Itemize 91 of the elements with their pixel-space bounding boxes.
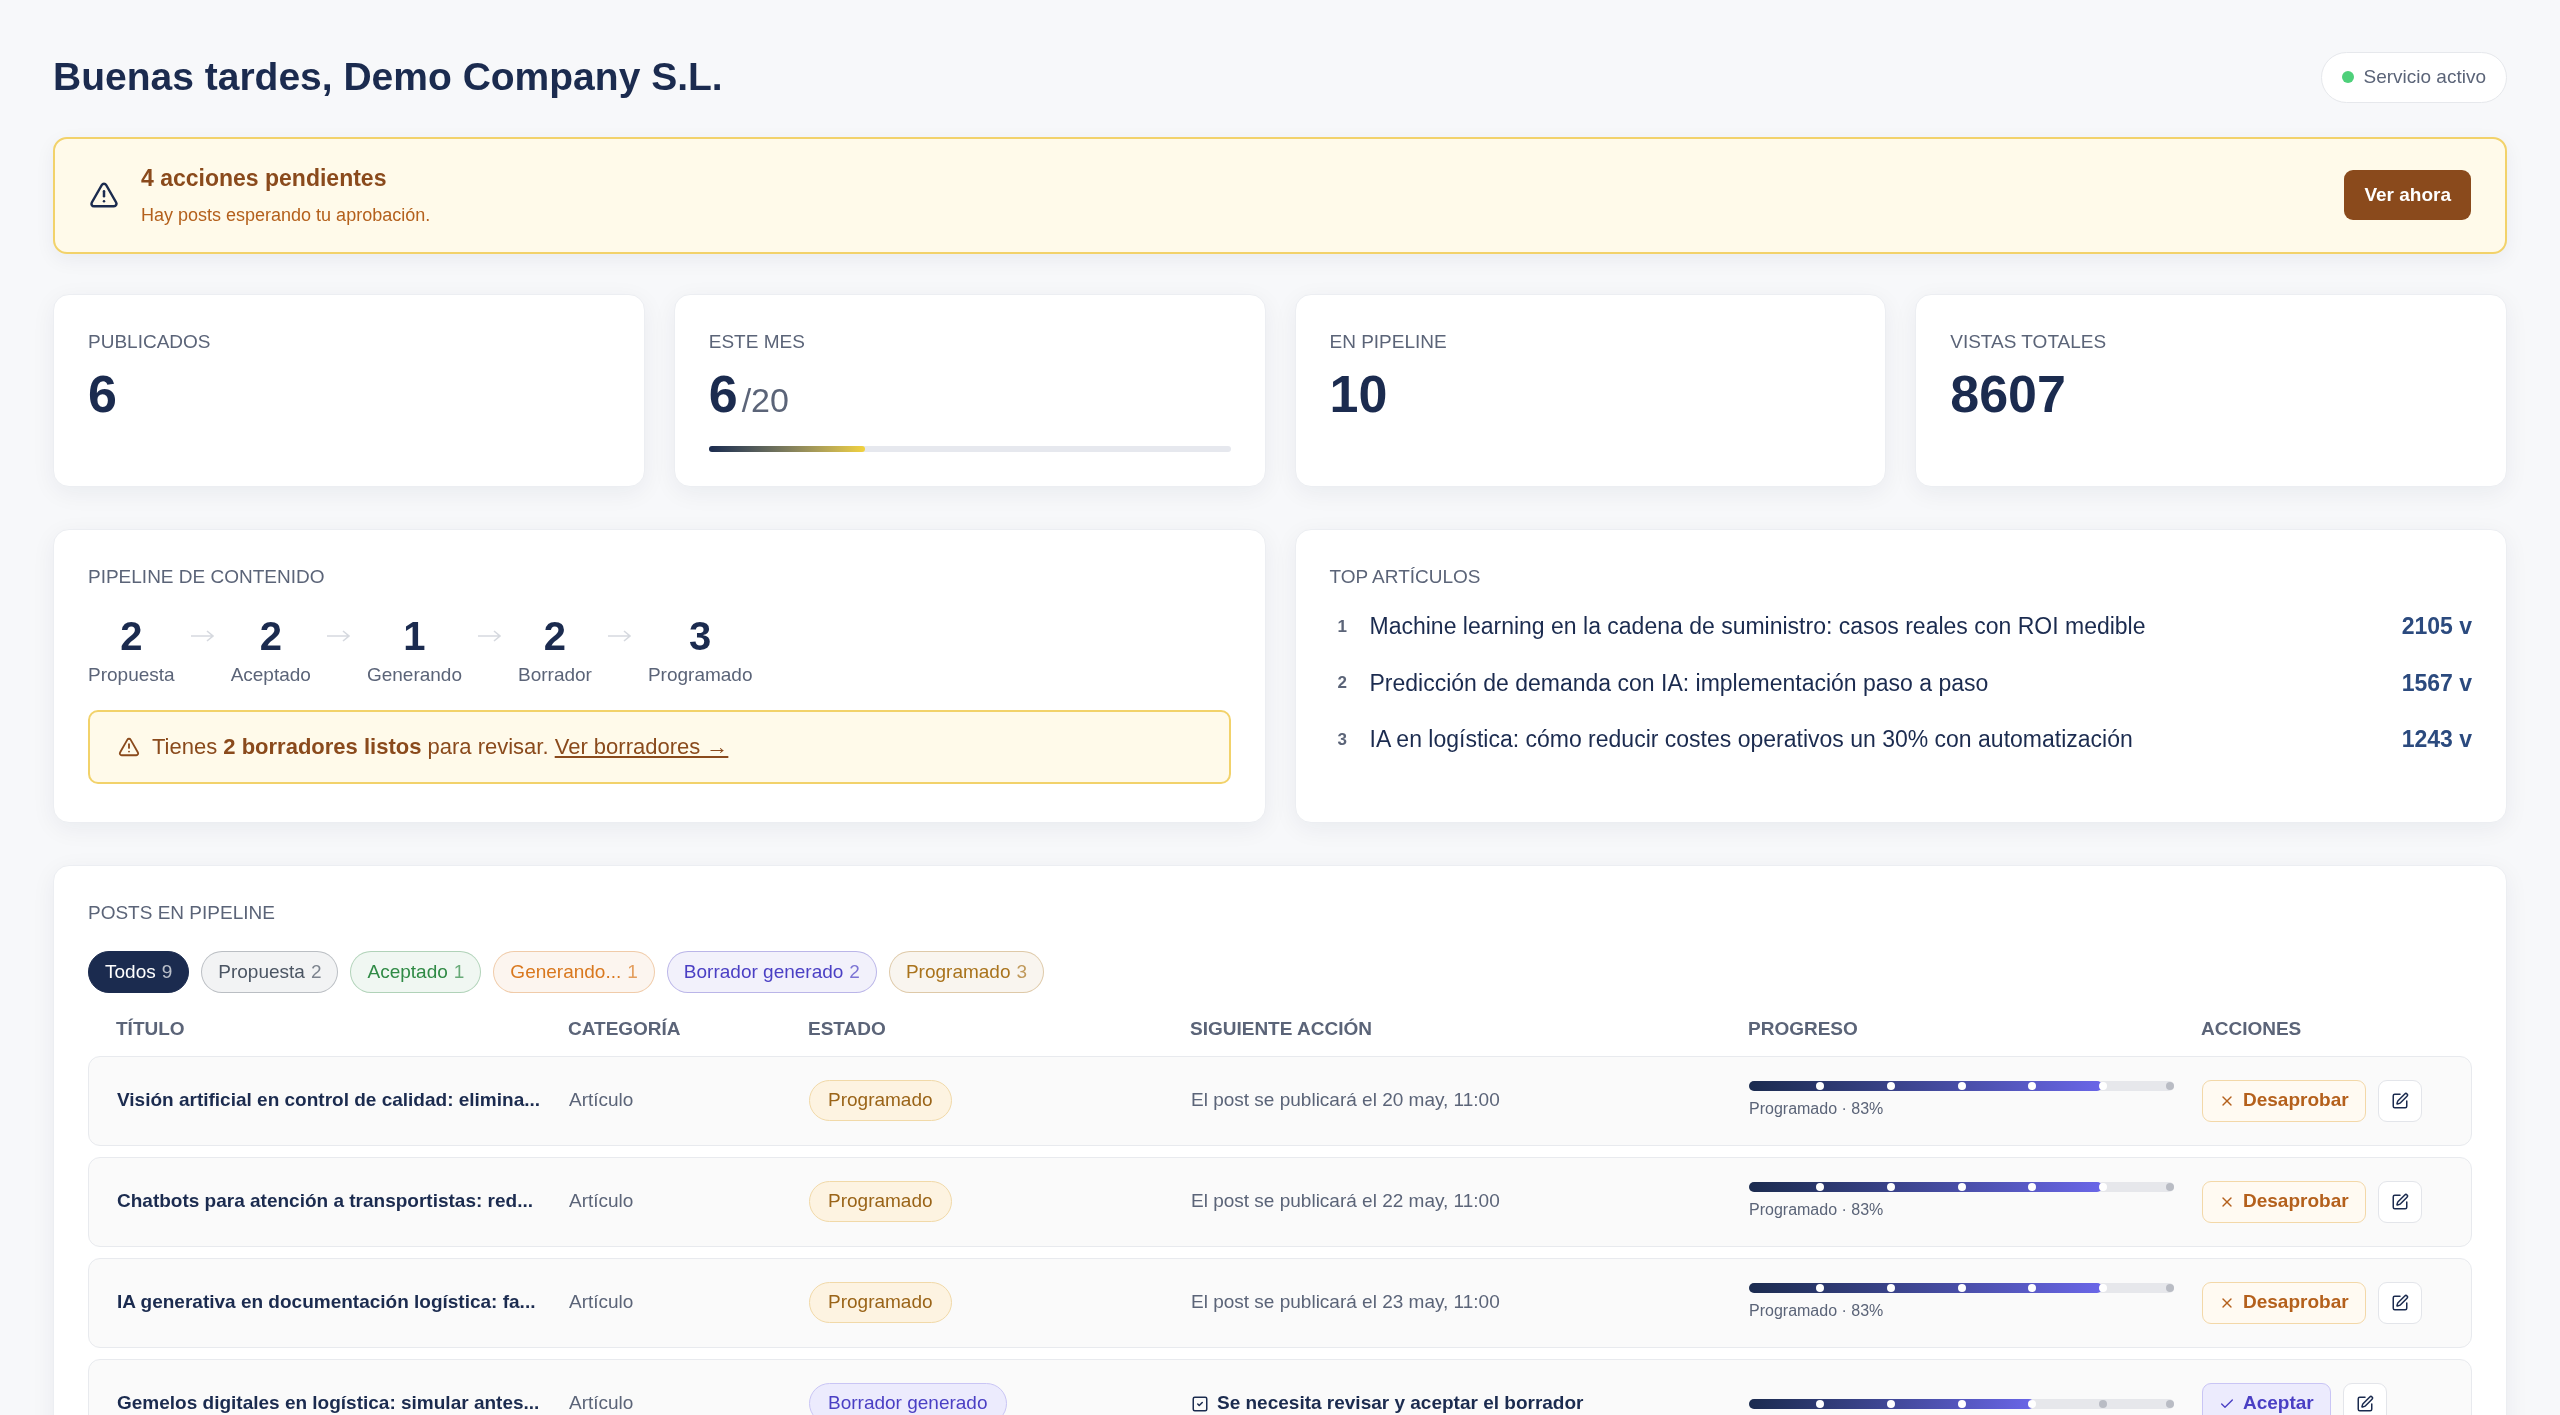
progress-label: Programado · 83% (1749, 1098, 1885, 1119)
alert-title: 4 acciones pendientes (141, 164, 388, 194)
edit-button[interactable] (2377, 1079, 2422, 1122)
post-title: IA generativa en documentación logística: fa... (117, 1290, 537, 1315)
alert-message: Hay posts esperando tu aprobación. (141, 203, 431, 227)
next-action: El post se publicará el 22 may, 11:00 (1191, 1189, 1501, 1214)
column-header: SIGUIENTE ACCIÓN (1190, 1017, 1373, 1041)
article-views: 1243 v (2401, 725, 2472, 754)
stat-value: 10 (1329, 368, 1388, 420)
edit-button[interactable] (2377, 1180, 2422, 1223)
article-rank: 2 (1336, 672, 1348, 694)
edit-icon (2390, 1091, 2409, 1110)
filter-chip[interactable]: Todos 9 (88, 951, 190, 993)
column-header: PROGRESO (1748, 1017, 1859, 1041)
top-articles-title: TOP ARTÍCULOS (1329, 564, 1482, 589)
post-title: Visión artificial en control de calidad: elimina... (117, 1088, 542, 1113)
stage-label: Aceptado (230, 663, 311, 687)
filter-chip[interactable]: Propuesta 2 (201, 951, 339, 993)
notice-text: Tienes 2 borradores listos para revisar. Ver borradores → (152, 733, 729, 761)
stat-label: PUBLICADOS (88, 329, 212, 354)
stage-label: Generando (366, 663, 462, 687)
stat-label: VISTAS TOTALES (1950, 329, 2108, 354)
filter-chip[interactable]: Programado 3 (888, 951, 1045, 993)
stat-value: 6 (88, 368, 117, 420)
row-action-button[interactable]: Desaprobar (2202, 1281, 2366, 1324)
stage-label: Propuesta (88, 663, 175, 687)
progress-label: Programado · 83% (1749, 1199, 1885, 1220)
article-title[interactable]: Predicción de demanda con IA: implementación paso a paso (1369, 665, 1989, 700)
warning-icon (118, 735, 140, 758)
progress-label: Programado · 83% (1749, 1300, 1885, 1321)
post-title: Chatbots para atención a transportistas: red... (117, 1189, 534, 1214)
post-row[interactable]: Gemelos digitales en logística: simular antes... Artículo Borrador generado Se necesita revisar y aceptar el borrador Aceptar (88, 1358, 2472, 1415)
article-title[interactable]: Machine learning en la cadena de suministro: casos reales con ROI medible (1369, 609, 2146, 644)
post-category: Artículo (569, 1189, 635, 1214)
arrow-icon (324, 629, 353, 644)
stage-count: 1 (403, 613, 426, 660)
row-action-button[interactable]: Desaprobar (2202, 1180, 2366, 1223)
edit-button[interactable] (2342, 1382, 2387, 1415)
article-views: 2105 v (2401, 612, 2472, 641)
stat-value: 8607 (1950, 368, 2066, 420)
status-badge: Borrador generado (809, 1383, 1007, 1415)
stage-count: 2 (259, 613, 282, 660)
stage-count: 2 (120, 613, 143, 660)
stage-count: 2 (543, 613, 567, 660)
stat-label: EN PIPELINE (1329, 329, 1448, 354)
posts-title: POSTS EN PIPELINE (88, 900, 276, 925)
edit-icon (2355, 1394, 2374, 1413)
post-row[interactable]: Chatbots para atención a transportistas: red... Artículo Programado El post se publicará el 22 may, 11:00 Programado · 83% Desaprobar (88, 1156, 2472, 1247)
filter-chip[interactable]: Aceptado 1 (350, 951, 482, 993)
status-badge: Programado (809, 1080, 952, 1121)
next-action: El post se publicará el 23 may, 11:00 (1191, 1290, 1501, 1315)
arrow-icon (605, 629, 634, 644)
edit-button[interactable] (2377, 1281, 2422, 1324)
column-header: TÍTULO (116, 1017, 186, 1041)
arrow-icon (476, 629, 504, 644)
column-header: CATEGORÍA (568, 1017, 682, 1041)
filter-chip[interactable]: Borrador generado 2 (666, 951, 877, 993)
stage-label: Borrador (518, 663, 592, 687)
article-views: 1567 v (2401, 668, 2472, 698)
post-category: Artículo (569, 1088, 635, 1113)
stage-count: 3 (689, 613, 712, 660)
status-badge: Programado (809, 1282, 952, 1323)
edit-icon (2390, 1293, 2409, 1312)
post-row[interactable]: IA generativa en documentación logística: fa... Artículo Programado El post se publicará el 23 may, 11:00 Programado · 83% Desaprobar (88, 1257, 2472, 1348)
stat-total: /20 (741, 380, 789, 421)
arrow-icon (188, 629, 217, 644)
pipeline-title: PIPELINE DE CONTENIDO (88, 564, 326, 589)
row-action-button[interactable]: Desaprobar (2202, 1079, 2366, 1122)
stage-label: Programado (647, 663, 753, 687)
post-category: Artículo (569, 1391, 635, 1415)
edit-icon (2390, 1192, 2409, 1211)
column-header: ACCIONES (2201, 1017, 2303, 1041)
view-drafts-link[interactable]: Ver borradores → (554, 734, 729, 759)
post-category: Artículo (569, 1290, 635, 1315)
article-rank: 3 (1336, 728, 1348, 751)
warning-icon (89, 180, 119, 210)
next-action: El post se publicará el 20 may, 11:00 (1191, 1088, 1501, 1113)
column-header: ESTADO (808, 1017, 887, 1041)
post-row[interactable]: Visión artificial en control de calidad: elimina... Artículo Programado El post se publicará el 20 may, 11:00 Programado · 83% Desaprobar (88, 1055, 2472, 1146)
status-badge: Programado (809, 1181, 952, 1222)
checkbox-icon (1191, 1394, 1209, 1413)
post-title: Gemelos digitales en logística: simular antes... (117, 1391, 541, 1415)
greeting-title: Buenas tardes, Demo Company S.L. (53, 54, 723, 100)
stat-value: 6 (708, 368, 738, 420)
status-label: Servicio activo (2363, 65, 2486, 89)
stat-label: ESTE MES (708, 329, 806, 354)
article-title[interactable]: IA en logística: cómo reducir costes operativos un 30% con automatización (1369, 722, 2133, 757)
next-action: Se necesita revisar y aceptar el borrador (1217, 1391, 1584, 1415)
row-action-button[interactable]: Aceptar (2202, 1382, 2331, 1415)
view-now-button[interactable]: Ver ahora (2344, 169, 2471, 221)
article-rank: 1 (1336, 615, 1348, 638)
